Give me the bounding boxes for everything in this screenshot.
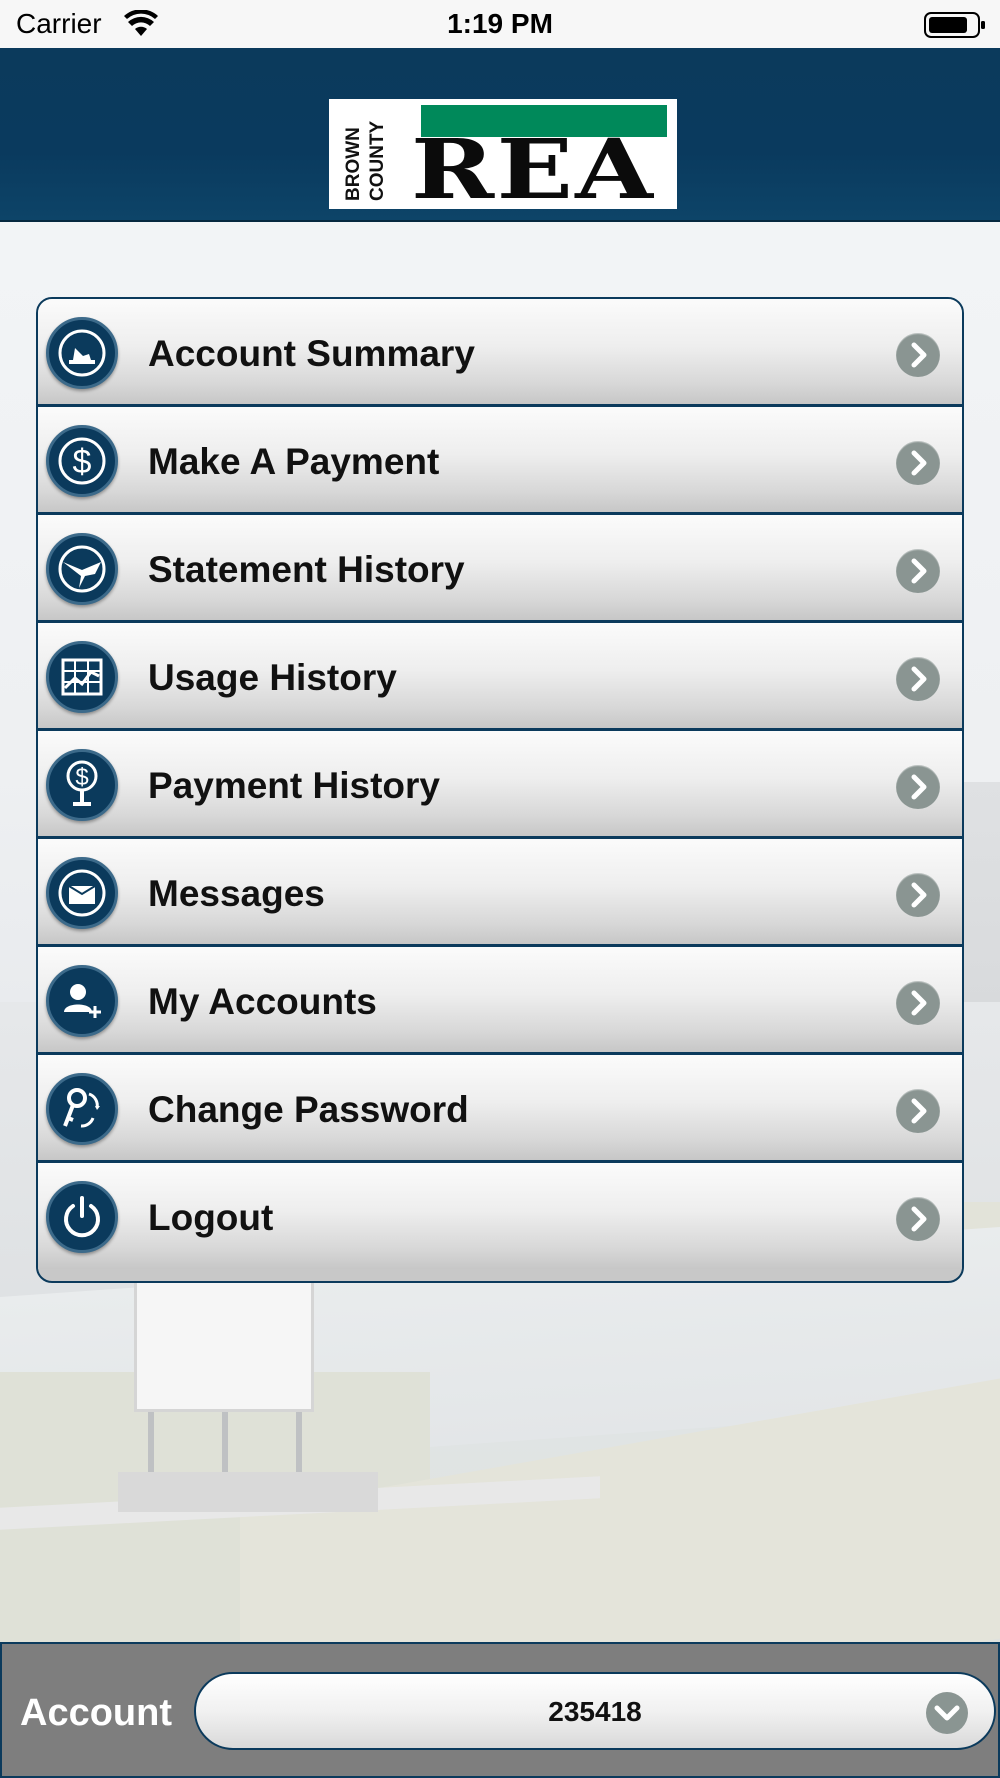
main-menu: Account Summary $ Make A Payment Stateme… xyxy=(36,297,964,1283)
menu-item-label: Statement History xyxy=(148,549,465,590)
dollar-icon: $ xyxy=(46,425,118,497)
svg-text:COUNTY: COUNTY xyxy=(367,120,388,201)
brown-county-rea-logo: BROWN COUNTY REA xyxy=(329,99,677,218)
chevron-right-icon xyxy=(896,549,940,593)
menu-item-label: Logout xyxy=(148,1197,274,1238)
chevron-right-icon xyxy=(896,765,940,809)
logo-vertical-text: BROWN COUNTY xyxy=(343,120,388,201)
menu-item-statement-history[interactable]: Statement History xyxy=(38,515,962,623)
account-label: Account xyxy=(20,1692,172,1734)
chevron-right-icon xyxy=(896,1197,940,1241)
menu-item-usage-history[interactable]: Usage History xyxy=(38,623,962,731)
menu-item-account-summary[interactable]: Account Summary xyxy=(38,299,962,407)
chevron-right-icon xyxy=(896,981,940,1025)
account-select[interactable]: 235418 xyxy=(194,1672,996,1750)
add-user-icon xyxy=(46,965,118,1037)
menu-item-label: My Accounts xyxy=(148,981,377,1022)
battery-icon xyxy=(924,12,985,38)
menu-item-label: Make A Payment xyxy=(148,441,440,482)
menu-item-logout[interactable]: Logout xyxy=(38,1163,962,1269)
account-footer: Account 235418 xyxy=(0,1642,1000,1778)
chevron-right-icon xyxy=(896,657,940,701)
chevron-right-icon xyxy=(896,1089,940,1133)
power-icon xyxy=(46,1181,118,1253)
svg-text:$: $ xyxy=(73,443,92,481)
status-bar: Carrier 1:19 PM xyxy=(0,0,1000,48)
envelope-icon xyxy=(46,857,118,929)
payment-history-icon: $ xyxy=(46,749,118,821)
svg-text:BROWN: BROWN xyxy=(343,127,364,201)
logo-text: REA xyxy=(411,122,656,218)
statement-icon xyxy=(46,533,118,605)
selected-account-number: 235418 xyxy=(548,1696,642,1727)
app-header: BROWN COUNTY REA xyxy=(0,48,1000,222)
menu-item-label: Account Summary xyxy=(148,333,475,374)
menu-item-label: Change Password xyxy=(148,1089,469,1130)
menu-item-label: Usage History xyxy=(148,657,397,698)
menu-item-payment-history[interactable]: $ Payment History xyxy=(38,731,962,839)
svg-text:$: $ xyxy=(75,764,88,791)
status-time: 1:19 PM xyxy=(447,8,553,39)
menu-item-label: Payment History xyxy=(148,765,440,806)
usage-chart-icon xyxy=(46,641,118,713)
background-sign-base xyxy=(118,1472,378,1512)
chevron-right-icon xyxy=(896,873,940,917)
chevron-down-icon xyxy=(926,1692,968,1734)
menu-item-label: Messages xyxy=(148,873,325,914)
menu-item-messages[interactable]: Messages xyxy=(38,839,962,947)
chevron-right-icon xyxy=(896,441,940,485)
menu-item-make-a-payment[interactable]: $ Make A Payment xyxy=(38,407,962,515)
account-summary-icon xyxy=(46,317,118,389)
key-icon xyxy=(46,1073,118,1145)
chevron-right-icon xyxy=(896,333,940,377)
menu-item-my-accounts[interactable]: My Accounts xyxy=(38,947,962,1055)
menu-item-change-password[interactable]: Change Password xyxy=(38,1055,962,1163)
background-sign xyxy=(134,1262,314,1412)
